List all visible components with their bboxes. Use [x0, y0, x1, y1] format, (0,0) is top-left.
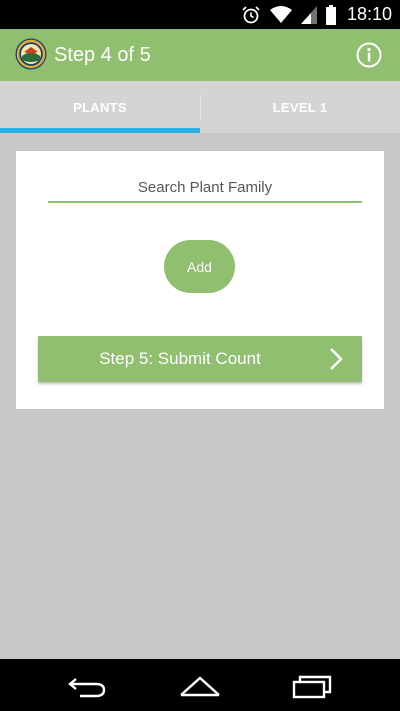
- tab-level-1[interactable]: LEVEL 1: [200, 81, 400, 133]
- add-button[interactable]: Add: [164, 240, 235, 293]
- back-icon[interactable]: [66, 673, 110, 699]
- tab-label: LEVEL 1: [272, 99, 328, 115]
- battery-icon: [325, 4, 336, 25]
- status-bar: 18:10: [0, 0, 400, 29]
- recents-icon[interactable]: [290, 673, 334, 699]
- wifi-icon: [269, 5, 292, 23]
- form-card: Add Step 5: Submit Count: [16, 151, 384, 409]
- tab-plants[interactable]: PLANTS: [0, 81, 200, 133]
- chevron-right-icon: [330, 348, 343, 370]
- nav-bar: [0, 659, 400, 711]
- status-icons: 18:10: [241, 0, 392, 29]
- add-button-label: Add: [187, 258, 212, 275]
- search-plant-family-input[interactable]: [48, 173, 362, 203]
- app-bar: Step 4 of 5: [0, 29, 400, 81]
- tab-bar: PLANTS LEVEL 1: [0, 81, 400, 133]
- signal-icon: [300, 5, 317, 24]
- tab-indicator: [0, 128, 200, 133]
- info-icon[interactable]: [356, 42, 382, 68]
- alarm-icon: [242, 5, 260, 23]
- tab-label: PLANTS: [73, 99, 127, 115]
- status-time: 18:10: [346, 4, 392, 24]
- submit-count-button[interactable]: Step 5: Submit Count: [38, 336, 362, 382]
- app-logo-icon: [15, 38, 47, 70]
- submit-button-label: Step 5: Submit Count: [99, 349, 261, 368]
- page-title: Step 4 of 5: [54, 44, 151, 66]
- home-icon[interactable]: [178, 673, 222, 699]
